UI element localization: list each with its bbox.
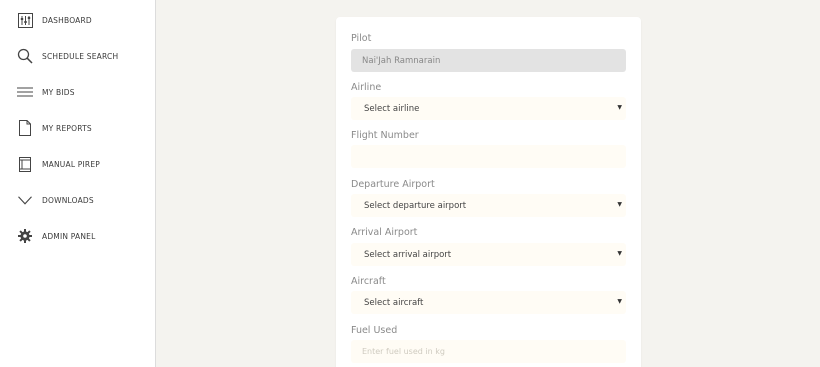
sidebar-item-downloads[interactable]: DOWNLOADS <box>0 186 156 214</box>
fuel-used-field[interactable]: Enter fuel used in kg <box>351 340 626 363</box>
sidebar-item-label: MY REPORTS <box>42 123 92 133</box>
sidebar-item-manual-pirep[interactable]: MANUAL PIREP <box>0 150 156 178</box>
sidebar-item-label: DOWNLOADS <box>42 195 94 205</box>
aircraft-select[interactable]: Select aircraft ▼ <box>351 291 626 314</box>
sidebar-item-label: MANUAL PIREP <box>42 159 101 169</box>
caret-down-icon: ▼ <box>617 104 622 111</box>
arrival-airport-select-value: Select arrival airport <box>364 249 452 260</box>
fuel-used-label: Fuel Used <box>351 325 398 336</box>
manual-pirep-form: Pilot Nai'Jah Ramnarain Airline Select a… <box>336 17 641 367</box>
gear-icon <box>16 227 34 245</box>
sidebar: DASHBOARD SCHEDULE SEARCH MY BIDS MY REP… <box>0 0 156 367</box>
sidebar-item-admin-panel[interactable]: ADMIN PANEL <box>0 222 156 250</box>
aircraft-select-value: Select aircraft <box>364 297 424 308</box>
document-icon <box>16 119 34 137</box>
pilot-label: Pilot <box>351 33 372 44</box>
departure-airport-label: Departure Airport <box>351 179 435 190</box>
list-icon <box>16 83 34 101</box>
departure-airport-select-value: Select departure airport <box>364 200 467 211</box>
airline-select-value: Select airline <box>364 103 420 114</box>
airline-select[interactable]: Select airline ▼ <box>351 97 626 120</box>
pilot-field: Nai'Jah Ramnarain <box>351 49 626 72</box>
aircraft-label: Aircraft <box>351 276 386 287</box>
caret-down-icon: ▼ <box>617 250 622 257</box>
caret-down-icon: ▼ <box>617 201 622 208</box>
sidebar-item-label: ADMIN PANEL <box>42 231 96 241</box>
sidebar-item-schedule-search[interactable]: SCHEDULE SEARCH <box>0 42 156 70</box>
sidebar-item-my-reports[interactable]: MY REPORTS <box>0 114 156 142</box>
arrival-airport-label: Arrival Airport <box>351 227 418 238</box>
flight-number-field[interactable] <box>351 145 626 168</box>
sidebar-item-label: MY BIDS <box>42 87 75 97</box>
caret-down-icon: ▼ <box>617 298 622 305</box>
chevron-down-icon <box>16 191 34 209</box>
form-icon <box>16 155 34 173</box>
sidebar-item-label: SCHEDULE SEARCH <box>42 51 119 61</box>
flight-number-label: Flight Number <box>351 130 419 141</box>
sidebar-item-label: DASHBOARD <box>42 15 92 25</box>
sidebar-item-dashboard[interactable]: DASHBOARD <box>0 6 156 34</box>
airline-label: Airline <box>351 82 382 93</box>
departure-airport-select[interactable]: Select departure airport ▼ <box>351 194 626 217</box>
sliders-icon <box>16 11 34 29</box>
arrival-airport-select[interactable]: Select arrival airport ▼ <box>351 243 626 266</box>
sidebar-item-my-bids[interactable]: MY BIDS <box>0 78 156 106</box>
search-icon <box>16 47 34 65</box>
